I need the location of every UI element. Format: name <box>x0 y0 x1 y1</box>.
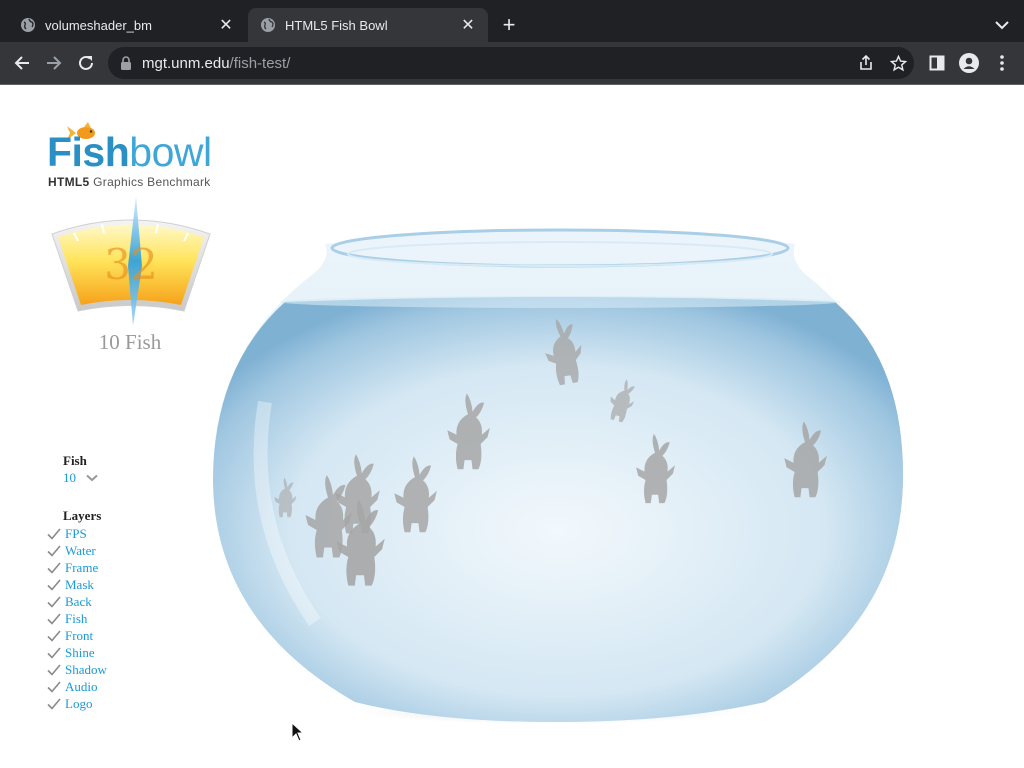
url-host: mgt.unm.edu <box>142 54 230 72</box>
layer-label: Fish <box>65 610 88 626</box>
layers-heading: Layers <box>63 508 102 523</box>
share-icon <box>860 55 872 70</box>
lock-icon <box>121 56 131 70</box>
side-panel-button[interactable] <box>923 49 951 77</box>
logo-word-bold: Fish <box>47 129 130 175</box>
checkmark-icon <box>47 544 61 557</box>
fish-count-label: 10 Fish <box>98 330 162 354</box>
browser-menu-button[interactable] <box>988 49 1016 77</box>
logo-word-thin: bowl <box>129 129 212 175</box>
layer-toggle-shadow[interactable]: Shadow <box>47 661 107 678</box>
fishbowl-logo: Fishbowl <box>47 127 212 177</box>
checkmark-icon <box>47 527 61 540</box>
tab-fish-bowl[interactable]: HTML5 Fish Bowl ✕ <box>248 8 488 42</box>
bookmark-button[interactable] <box>884 49 912 77</box>
profile-icon <box>959 53 979 73</box>
checkmark-icon <box>47 612 61 625</box>
fish-bowl-canvas <box>212 228 904 724</box>
water-surface <box>280 296 840 308</box>
reload-icon <box>79 55 93 70</box>
layer-label: Logo <box>65 695 93 711</box>
new-tab-button[interactable]: + <box>496 13 522 39</box>
checkmark-icon <box>47 663 61 676</box>
layer-label: Water <box>65 542 96 558</box>
globe-icon <box>261 18 275 32</box>
fish-heading: Fish <box>63 453 87 468</box>
layer-toggle-mask[interactable]: Mask <box>47 576 94 593</box>
logo-sub-rest: Graphics Benchmark <box>89 175 211 189</box>
fish-count-value: 10 <box>63 470 76 485</box>
logo-subtitle: HTML5 Graphics Benchmark <box>48 175 211 189</box>
checkmark-icon <box>47 578 61 591</box>
fps-value: 32 <box>104 240 158 289</box>
checkmark-icon <box>47 697 61 710</box>
layer-label: Frame <box>65 559 99 575</box>
tab-title: HTML5 Fish Bowl <box>285 17 388 33</box>
layer-toggle-water[interactable]: Water <box>47 542 96 559</box>
logo-sub-bold: HTML5 <box>48 175 90 189</box>
fish-count-select[interactable]: 10 <box>63 470 98 486</box>
star-icon <box>889 54 907 71</box>
close-tab-icon[interactable]: ✕ <box>214 13 238 37</box>
checkmark-icon <box>47 680 61 693</box>
layer-toggle-shine[interactable]: Shine <box>47 644 95 661</box>
layer-toggle-audio[interactable]: Audio <box>47 678 98 695</box>
layer-toggle-back[interactable]: Back <box>47 593 92 610</box>
tab-volumeshader[interactable]: volumeshader_bm ✕ <box>8 8 246 42</box>
layer-label: Shine <box>65 644 95 660</box>
layer-label: Shadow <box>65 661 107 677</box>
chevron-down-icon[interactable] <box>990 13 1014 37</box>
tab-title: volumeshader_bm <box>45 17 152 33</box>
chevron-down-icon <box>86 474 98 482</box>
close-tab-icon[interactable]: ✕ <box>456 13 480 37</box>
layer-label: FPS <box>65 525 87 541</box>
reload-button[interactable] <box>72 49 100 77</box>
mouse-cursor-icon <box>291 722 305 742</box>
forward-button[interactable] <box>40 49 68 77</box>
layer-label: Audio <box>65 678 98 694</box>
side-panel-icon <box>929 55 945 71</box>
url-path: /fish-test/ <box>229 54 291 72</box>
arrow-left-icon <box>14 56 29 70</box>
layer-label: Back <box>65 593 92 609</box>
tab-strip: volumeshader_bm ✕ HTML5 Fish Bowl ✕ + <box>0 0 1024 42</box>
checkmark-icon <box>47 595 61 608</box>
more-vertical-icon <box>1000 55 1004 71</box>
back-button[interactable] <box>8 49 36 77</box>
layer-toggle-fps[interactable]: FPS <box>47 525 87 542</box>
layer-toggle-fish[interactable]: Fish <box>47 610 87 627</box>
checkmark-icon <box>47 629 61 642</box>
share-button[interactable] <box>852 49 880 77</box>
layer-label: Mask <box>65 576 94 592</box>
layer-toggle-logo[interactable]: Logo <box>47 695 92 712</box>
browser-toolbar: mgt.unm.edu/fish-test/ <box>0 42 1024 85</box>
profile-button[interactable] <box>955 49 983 77</box>
arrow-right-icon <box>47 56 62 70</box>
checkmark-icon <box>47 561 61 574</box>
checkmark-icon <box>47 646 61 659</box>
globe-icon <box>21 18 35 32</box>
address-bar[interactable]: mgt.unm.edu/fish-test/ <box>108 47 914 79</box>
layer-toggle-frame[interactable]: Frame <box>47 559 98 576</box>
layer-toggle-front[interactable]: Front <box>47 627 93 644</box>
layer-label: Front <box>65 627 94 643</box>
